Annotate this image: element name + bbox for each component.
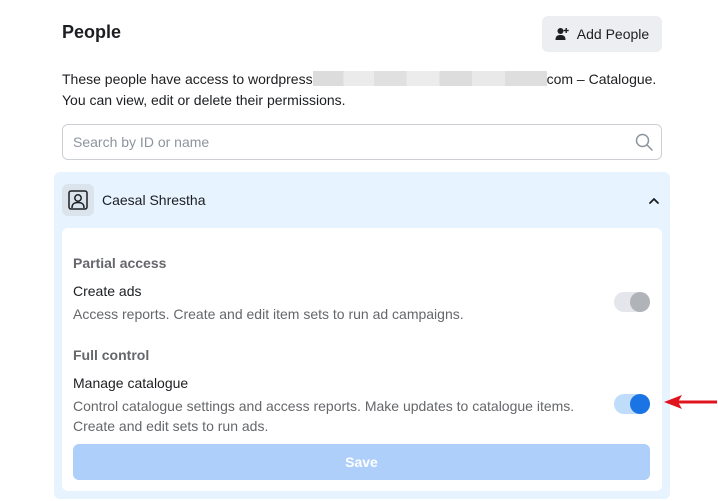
access-description: These people have access to wordpress com…	[62, 69, 682, 111]
create-ads-title: Create ads	[73, 283, 142, 299]
red-arrow-icon	[664, 393, 718, 416]
toggle-knob	[630, 292, 650, 312]
search-icon[interactable]	[635, 133, 653, 156]
description-prefix: These people have access to wordpress	[62, 71, 313, 87]
redacted-text	[312, 71, 547, 86]
manage-catalogue-description-line2: Create and edit sets to run ads.	[73, 418, 269, 434]
people-panel: People Add People These people have acce…	[0, 0, 718, 501]
chevron-up-icon[interactable]	[648, 194, 660, 212]
create-ads-description: Access reports. Create and edit item set…	[73, 306, 464, 322]
person-name: Caesal Shrestha	[102, 192, 206, 208]
person-card: Caesal Shrestha Partial access Create ad…	[54, 172, 670, 499]
manage-catalogue-description: Control catalogue settings and access re…	[73, 396, 603, 436]
person-card-header[interactable]: Caesal Shrestha	[54, 172, 670, 228]
full-control-heading: Full control	[73, 347, 150, 363]
page-title: People	[62, 22, 122, 42]
save-button[interactable]: Save	[73, 444, 650, 480]
add-people-label: Add People	[576, 26, 650, 42]
description-suffix: com – Catalogue.	[546, 71, 657, 87]
manage-catalogue-description-line1: Control catalogue settings and access re…	[73, 398, 575, 414]
manage-catalogue-toggle[interactable]	[614, 394, 650, 414]
partial-access-heading: Partial access	[73, 255, 167, 271]
toggle-knob	[630, 394, 650, 414]
search-input[interactable]	[63, 125, 613, 159]
add-people-button[interactable]: Add People	[542, 16, 662, 52]
user-avatar-icon	[62, 184, 94, 216]
description-line2: You can view, edit or delete their permi…	[62, 92, 346, 108]
create-ads-toggle[interactable]	[614, 292, 650, 312]
search-box	[62, 124, 662, 160]
permissions-panel: Partial access Create ads Access reports…	[62, 228, 662, 491]
add-person-icon	[555, 27, 569, 41]
manage-catalogue-title: Manage catalogue	[73, 375, 189, 391]
